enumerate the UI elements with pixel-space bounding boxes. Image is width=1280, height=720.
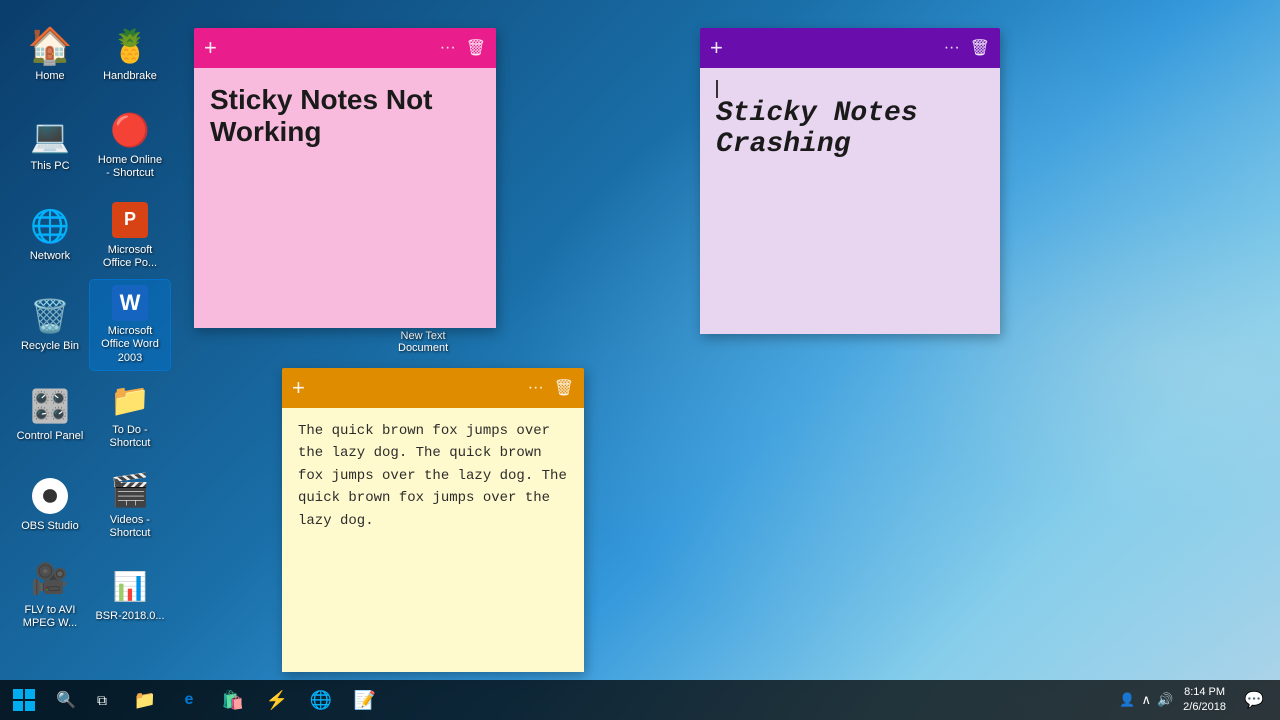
desktop-icon-bsr[interactable]: 📊 BSR-2018.0... — [90, 550, 170, 640]
volume-icon[interactable]: 🔊 — [1157, 692, 1173, 708]
search-icon: 🔍 — [56, 690, 76, 710]
task-view-icon: ⧉ — [97, 692, 107, 709]
sticky-add-button-pink[interactable]: + — [204, 35, 217, 61]
taskbar-icon-zapier[interactable]: ⚡ — [256, 680, 298, 720]
user-icon[interactable]: 👤 — [1119, 692, 1135, 708]
desktop-icon-home[interactable]: 🏠 Home — [10, 10, 90, 100]
clock[interactable]: 8:14 PM 2/6/2018 — [1177, 685, 1232, 716]
sticky-more-button-yellow[interactable]: ··· — [528, 379, 544, 397]
sticky-delete-button-yellow[interactable]: 🗑 — [554, 378, 574, 398]
taskbar-icon-store[interactable]: 🛍️ — [212, 680, 254, 720]
notification-icon: 💬 — [1244, 690, 1264, 710]
desktop: 🏠 Home 🍍 Handbrake 💻 This PC 🔴 Home Onli… — [0, 0, 1280, 720]
desktop-icon-home-online[interactable]: 🔴 Home Online - Shortcut — [90, 100, 170, 190]
start-button[interactable] — [0, 680, 48, 720]
sticky-header-yellow: + ··· 🗑 — [282, 368, 584, 408]
sticky-more-button-pink[interactable]: ··· — [440, 39, 456, 57]
sticky-more-button-purple[interactable]: ··· — [944, 39, 960, 57]
taskbar-icon-chrome[interactable]: 🌐 — [300, 680, 342, 720]
sticky-header-purple: + ··· 🗑 — [700, 28, 1000, 68]
edge-icon: e — [185, 691, 194, 709]
sticky-body-pink[interactable]: Sticky Notes Not Working — [194, 68, 496, 328]
desktop-icon-ms-office-po[interactable]: P Microsoft Office Po... — [90, 190, 170, 280]
search-button[interactable]: 🔍 — [48, 680, 84, 720]
notification-center-button[interactable]: 💬 — [1236, 680, 1272, 720]
desktop-icon-videos[interactable]: 🎬 Videos - Shortcut — [90, 460, 170, 550]
sticky-body-yellow[interactable]: The quick brown fox jumps over the lazy … — [282, 408, 584, 672]
desktop-icon-flv[interactable]: 🎥 FLV to AVI MPEG W... — [10, 550, 90, 640]
system-icons: 👤 ∧ 🔊 — [1119, 692, 1173, 708]
sticky-note-purple: + ··· 🗑 Sticky Notes Crashing — [700, 28, 1000, 334]
taskbar-pinned-icons: 📁 e 🛍️ ⚡ 🌐 📝 — [124, 680, 386, 720]
sticky-add-button-purple[interactable]: + — [710, 35, 723, 61]
desktop-icon-recycle-bin[interactable]: 🗑️ Recycle Bin — [10, 280, 90, 370]
sticky-add-button-yellow[interactable]: + — [292, 375, 305, 401]
text-cursor-purple — [716, 80, 718, 98]
taskbar-icon-sticky-notes[interactable]: 📝 — [344, 680, 386, 720]
windows-logo-icon — [13, 689, 35, 711]
sticky-body-purple[interactable]: Sticky Notes Crashing — [700, 68, 1000, 334]
sticky-note-pink: + ··· 🗑 Sticky Notes Not Working — [194, 28, 496, 328]
desktop-icon-network[interactable]: 🌐 Network — [10, 190, 90, 280]
desktop-icon-ms-office-word[interactable]: W Microsoft Office Word 2003 — [90, 280, 170, 370]
desktop-icon-control-panel[interactable]: 🎛️ Control Panel — [10, 370, 90, 460]
taskbar: 🔍 ⧉ 📁 e 🛍️ ⚡ 🌐 📝 — [0, 680, 1280, 720]
sticky-note-yellow: + ··· 🗑 The quick brown fox jumps over t… — [282, 368, 584, 672]
sticky-text-yellow: The quick brown fox jumps over the lazy … — [298, 420, 568, 532]
taskbar-icon-file-explorer[interactable]: 📁 — [124, 680, 166, 720]
chrome-icon: 🌐 — [310, 690, 332, 711]
sticky-notes-taskbar-icon: 📝 — [354, 690, 376, 711]
new-text-document-label: New Text Document — [398, 330, 448, 354]
sticky-header-pink: + ··· 🗑 — [194, 28, 496, 68]
desktop-icon-obs-studio[interactable]: ⏺ OBS Studio — [10, 460, 90, 550]
desktop-icons-area: 🏠 Home 🍍 Handbrake 💻 This PC 🔴 Home Onli… — [0, 0, 180, 680]
sticky-delete-button-pink[interactable]: 🗑 — [466, 38, 486, 58]
store-icon: 🛍️ — [222, 690, 244, 711]
taskbar-icon-edge[interactable]: e — [168, 680, 210, 720]
word-icon: W — [112, 285, 148, 321]
task-view-button[interactable]: ⧉ — [84, 680, 120, 720]
system-tray: 👤 ∧ 🔊 8:14 PM 2/6/2018 💬 — [1119, 680, 1280, 720]
sticky-delete-button-purple[interactable]: 🗑 — [970, 38, 990, 58]
file-explorer-icon: 📁 — [134, 690, 156, 711]
time-display: 8:14 PM — [1183, 685, 1226, 700]
desktop-icon-this-pc[interactable]: 💻 This PC — [10, 100, 90, 190]
zapier-icon: ⚡ — [266, 690, 288, 711]
desktop-icon-to-do[interactable]: 📁 To Do - Shortcut — [90, 370, 170, 460]
sticky-title-pink: Sticky Notes Not Working — [210, 84, 480, 148]
date-display: 2/6/2018 — [1183, 700, 1226, 715]
sticky-title-purple: Sticky Notes Crashing — [716, 98, 984, 160]
desktop-icon-handbrake[interactable]: 🍍 Handbrake — [90, 10, 170, 100]
obs-icon: ⏺ — [32, 478, 68, 514]
chevron-up-icon[interactable]: ∧ — [1141, 692, 1151, 708]
ppt-icon: P — [112, 202, 148, 238]
